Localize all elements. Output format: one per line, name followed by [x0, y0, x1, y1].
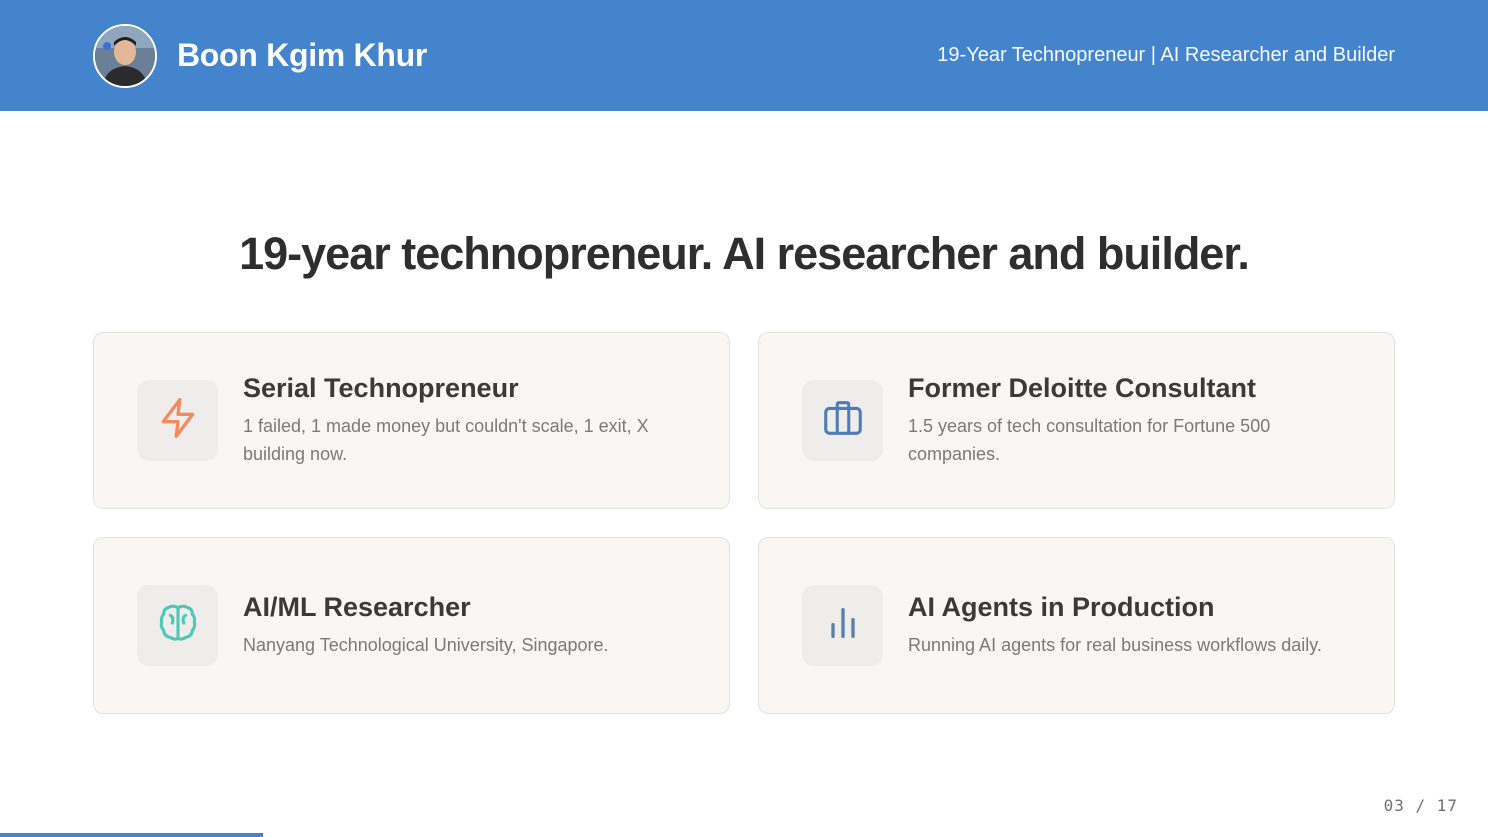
header-bar: Boon Kgim Khur 19-Year Technopreneur | A… [0, 0, 1488, 111]
brain-icon [155, 600, 201, 651]
card-description: 1 failed, 1 made money but couldn't scal… [243, 416, 649, 464]
card-description: Nanyang Technological University, Singap… [243, 635, 609, 655]
card-text: AI/ML Researcher Nanyang Technological U… [243, 538, 689, 713]
card-ai-agents-in-production: AI Agents in Production Running AI agent… [758, 537, 1395, 714]
brand-name: Boon Kgim Khur [177, 37, 427, 73]
page-headline: 19-year technopreneur. AI researcher and… [239, 228, 1250, 279]
header-tagline: 19-Year Technopreneur | AI Researcher an… [937, 44, 1395, 66]
brand: Boon Kgim Khur [93, 23, 427, 88]
icon-box [137, 585, 218, 666]
progress-bar [0, 833, 263, 837]
icon-box [802, 585, 883, 666]
card-title: Former Deloitte Consultant [908, 373, 1257, 403]
card-title: AI Agents in Production [908, 592, 1215, 622]
card-serial-technopreneur: Serial Technopreneur 1 failed, 1 made mo… [93, 332, 730, 509]
card-text: Serial Technopreneur 1 failed, 1 made mo… [243, 333, 689, 508]
bar-chart-icon [823, 603, 863, 648]
card-description: Running AI agents for real business work… [908, 635, 1322, 655]
card-title: AI/ML Researcher [243, 592, 471, 622]
card-former-deloitte-consultant: Former Deloitte Consultant 1.5 years of … [758, 332, 1395, 509]
card-title: Serial Technopreneur [243, 373, 519, 403]
icon-box [137, 380, 218, 461]
avatar [93, 23, 157, 88]
card-description: 1.5 years of tech consultation for Fortu… [908, 416, 1271, 464]
page-number: 03 / 17 [1383, 796, 1458, 815]
card-ai-ml-researcher: AI/ML Researcher Nanyang Technological U… [93, 537, 730, 714]
card-text: Former Deloitte Consultant 1.5 years of … [908, 333, 1354, 508]
briefcase-icon [820, 395, 866, 446]
icon-box [802, 380, 883, 461]
card-text: AI Agents in Production Running AI agent… [908, 538, 1354, 713]
lightning-icon [156, 396, 200, 445]
